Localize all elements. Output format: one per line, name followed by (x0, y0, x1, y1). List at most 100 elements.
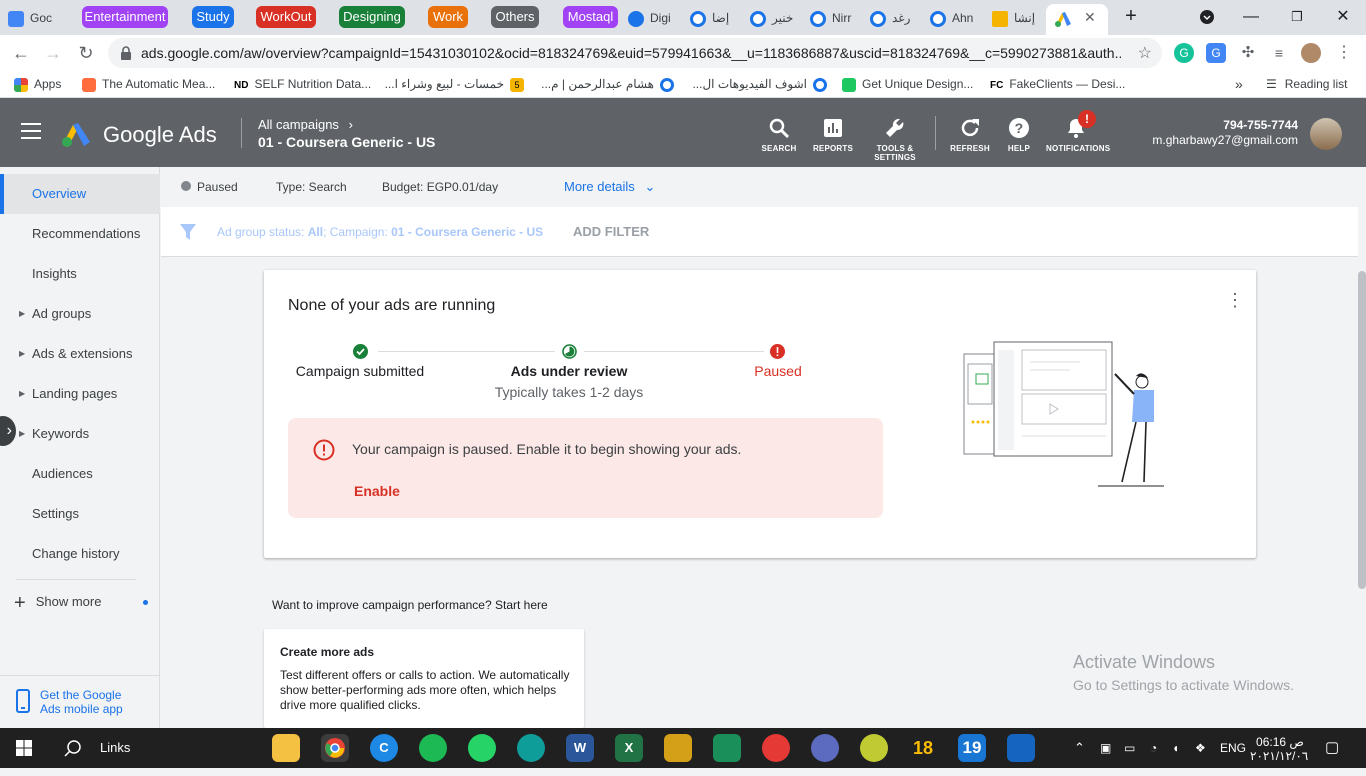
new-tab-button[interactable]: + (1108, 0, 1154, 35)
create-more-ads-card[interactable]: Create more ads Test different offers or… (264, 629, 584, 728)
browser-tab[interactable]: إنشا (992, 4, 1042, 32)
campaign-name[interactable]: 01 - Coursera Generic - US (258, 134, 435, 150)
nav-keywords[interactable]: ▶ Keywords (0, 414, 160, 454)
extensions-puzzle-icon[interactable]: ✣ (1238, 43, 1258, 63)
browser-tab[interactable]: خنير (750, 4, 800, 32)
tab-group-entertainment[interactable]: Entertainment (82, 6, 168, 28)
nav-ad-groups[interactable]: ▶ Ad groups (0, 294, 160, 334)
page-scrollbar[interactable] (1358, 167, 1366, 728)
browser-tab[interactable]: Nirr (810, 4, 860, 32)
nav-overview[interactable]: Overview (0, 174, 160, 214)
reload-icon[interactable]: ↻ (73, 40, 99, 66)
action-center-icon[interactable]: ▢ (1325, 728, 1339, 768)
browser-tab[interactable]: Digi (628, 4, 680, 32)
windows-start-icon[interactable] (16, 740, 32, 756)
bookmark-item[interactable]: 5خمسات - لبيع وشراء ا... (385, 71, 524, 97)
profile-avatar[interactable] (1301, 43, 1321, 63)
bookmark-item[interactable]: The Automatic Mea... (82, 71, 215, 97)
battery-icon[interactable]: ▭ (1124, 728, 1135, 768)
account-phone[interactable]: 794-755-7744 (1150, 118, 1298, 132)
search-tool-button[interactable]: SEARCH (749, 116, 809, 153)
active-filter-chip[interactable]: Ad group status: All; Campaign: 01 - Cou… (217, 225, 543, 239)
active-tab[interactable]: ✕ (1046, 4, 1108, 35)
account-avatar[interactable] (1310, 118, 1342, 150)
app-icon[interactable] (811, 734, 839, 762)
tray-chevron-icon[interactable]: ⌃ (1074, 728, 1085, 768)
bookmark-item[interactable]: Get Unique Design... (842, 71, 973, 97)
grammarly-icon[interactable]: G (1174, 43, 1194, 63)
nav-audiences[interactable]: Audiences (0, 454, 160, 494)
bookmark-star-icon[interactable]: ☆ (1138, 43, 1152, 63)
forward-icon[interactable]: → (40, 40, 66, 66)
spotify-icon[interactable] (419, 734, 447, 762)
account-email[interactable]: m.gharbawy27@gmail.com (1130, 133, 1298, 147)
photos-icon[interactable] (1007, 734, 1035, 762)
nav-landing-pages[interactable]: ▶ Landing pages (0, 374, 160, 414)
app-icon[interactable] (664, 734, 692, 762)
help-tool-button[interactable]: ? HELP (989, 116, 1049, 153)
tray-app-icon[interactable]: ▣ (1100, 728, 1111, 768)
scrollbar-thumb[interactable] (1358, 271, 1366, 589)
tab-search-icon[interactable] (1184, 0, 1230, 35)
card-more-options-icon[interactable]: ⋮ (1226, 290, 1244, 311)
wifi-icon[interactable]: ◔ (1150, 728, 1157, 768)
more-bookmarks-button[interactable]: » (1235, 71, 1243, 97)
tab-group-designing[interactable]: Designing (339, 6, 405, 28)
nav-ads-extensions[interactable]: ▶ Ads & extensions (0, 334, 160, 374)
bookmark-item[interactable]: اشوف الفيديوهات ال... (687, 71, 827, 97)
nav-settings[interactable]: Settings (0, 494, 160, 534)
media-control-icon[interactable]: ≡ (1269, 43, 1289, 63)
bookmark-item[interactable]: ND SELF Nutrition Data... (234, 71, 371, 97)
reading-list-button[interactable]: ☰ Reading list (1266, 71, 1347, 97)
tab-group-mostaql[interactable]: Mostaql (563, 6, 618, 28)
browser-menu-icon[interactable]: ⋮ (1334, 43, 1354, 63)
search-icon[interactable] (64, 739, 82, 757)
address-bar[interactable]: ads.google.com/aw/overview?campaignId=15… (108, 38, 1162, 68)
taskbar-search-label[interactable]: Links (100, 728, 130, 768)
browser-tab[interactable]: رغد (870, 4, 920, 32)
maximize-icon[interactable]: ❐ (1274, 0, 1320, 35)
minimize-icon[interactable]: — (1228, 0, 1274, 35)
word-icon[interactable]: W (566, 734, 594, 762)
app-18-icon[interactable]: 18 (909, 734, 937, 762)
volume-icon[interactable]: ◖ (1172, 728, 1179, 768)
nav-insights[interactable]: Insights (0, 254, 160, 294)
back-icon[interactable]: ← (8, 40, 34, 66)
hamburger-menu-icon[interactable] (21, 123, 41, 141)
add-filter-button[interactable]: ADD FILTER (573, 224, 649, 239)
bookmark-apps[interactable]: Apps (14, 71, 61, 97)
nav-recommendations[interactable]: Recommendations (0, 214, 160, 254)
close-window-icon[interactable]: ✕ (1320, 0, 1366, 35)
breadcrumb-all-campaigns[interactable]: All campaigns › (258, 117, 353, 132)
excel-icon[interactable]: X (615, 734, 643, 762)
app-19-icon[interactable]: 19 (958, 734, 986, 762)
browser-tab[interactable]: Ahn (930, 4, 980, 32)
tab-group-workout[interactable]: WorkOut (256, 6, 316, 28)
app-icon[interactable]: C (370, 734, 398, 762)
file-explorer-icon[interactable] (272, 734, 300, 762)
app-icon[interactable] (860, 734, 888, 762)
chrome-icon[interactable] (321, 734, 349, 762)
clock-date[interactable]: ٢٠٢١/١٢/٠٦ (1250, 736, 1308, 776)
tab-group-study[interactable]: Study (192, 6, 234, 28)
close-tab-icon[interactable]: ✕ (1084, 9, 1096, 26)
app-icon[interactable] (713, 734, 741, 762)
bookmark-item[interactable]: هشام عبدالرحمن | م... (538, 71, 674, 97)
tools-settings-button[interactable]: TOOLS & SETTINGS (865, 116, 925, 162)
edge-icon[interactable] (517, 734, 545, 762)
tab-group-work[interactable]: Work (428, 6, 468, 28)
show-more-button[interactable]: + Show more (14, 590, 154, 615)
bookmark-item[interactable]: FC FakeClients — Desi... (990, 71, 1125, 97)
translate-icon[interactable]: G (1206, 43, 1226, 63)
tab-group-others[interactable]: Others (491, 6, 539, 28)
enable-button[interactable]: Enable (354, 483, 400, 499)
whatsapp-icon[interactable] (468, 734, 496, 762)
more-details-button[interactable]: More details ⌄ (564, 179, 655, 195)
dropbox-icon[interactable]: ❖ (1195, 728, 1206, 768)
browser-tab[interactable]: إضا (690, 4, 740, 32)
reports-tool-button[interactable]: REPORTS (803, 116, 863, 153)
url-text[interactable]: ads.google.com/aw/overview?campaignId=15… (141, 38, 1121, 68)
notifications-tool-button[interactable]: NOTIFICATIONS (1046, 116, 1110, 153)
app-icon[interactable] (762, 734, 790, 762)
language-indicator[interactable]: ENG (1220, 728, 1246, 768)
